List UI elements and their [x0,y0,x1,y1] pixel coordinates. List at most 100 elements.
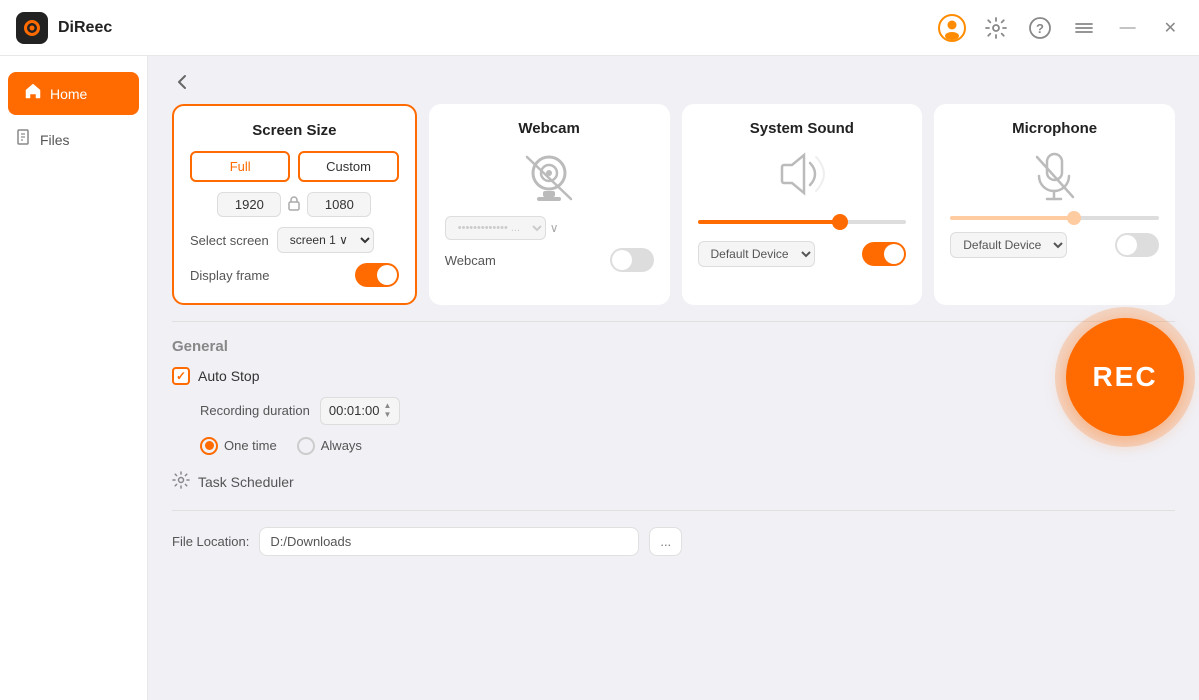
system-sound-toggle-slider [862,242,906,266]
close-button[interactable]: ✕ [1158,14,1183,42]
avatar-icon[interactable] [938,14,966,42]
webcam-toggle-knob [612,250,632,270]
sidebar-item-files[interactable]: Files [0,119,147,160]
cards-row: Screen Size Full Custom [172,104,1175,305]
file-location-label: File Location: [172,534,249,549]
file-divider [172,510,1175,511]
size-inputs [190,192,399,217]
mic-device-select[interactable]: Default Device [950,232,1067,258]
mic-toggle-knob [1117,235,1137,255]
sound-slider-wrap [698,211,907,229]
mic-toggle-slider [1115,233,1159,257]
system-sound-device-row: Default Device [698,241,907,267]
help-icon[interactable]: ? [1026,14,1054,42]
settings-icon[interactable] [982,14,1010,42]
toggle-slider [355,263,399,287]
minimize-button[interactable]: — [1114,15,1142,41]
sidebar: Home Files [0,56,148,700]
duration-value: 00:01:00 [329,403,380,418]
section-divider [172,321,1175,322]
full-size-button[interactable]: Full [190,151,290,182]
sound-volume-slider[interactable] [698,220,907,224]
file-browse-button[interactable]: ... [649,527,682,556]
duration-input-wrap: 00:01:00 ▲ ▼ [320,397,401,425]
webcam-icon-area [445,149,654,204]
sidebar-item-home[interactable]: Home [8,72,139,115]
webcam-toggle-slider [610,248,654,272]
webcam-card: Webcam ••••••••••••• ... [429,104,670,305]
webcam-toggle[interactable] [610,248,654,272]
rec-label: REC [1092,361,1157,393]
app-logo [16,12,48,44]
radio-one-time-dot [200,437,218,455]
select-screen-label: Select screen [190,233,269,248]
rec-button-wrap: REC [1055,278,1195,476]
display-frame-toggle[interactable] [355,263,399,287]
files-icon [16,129,32,150]
system-sound-card: System Sound Default Device [682,104,923,305]
task-scheduler-gear-icon [172,471,190,494]
mic-icon-area [950,149,1159,204]
radio-one-time[interactable]: One time [200,437,277,455]
radio-always[interactable]: Always [297,437,362,455]
app-logo-dot [30,25,35,30]
system-sound-toggle[interactable] [862,242,906,266]
task-scheduler-label: Task Scheduler [198,474,294,490]
webcam-title: Webcam [445,120,654,137]
duration-arrows[interactable]: ▲ ▼ [383,402,391,420]
title-bar-right: ? — ✕ [938,14,1183,42]
webcam-label: Webcam [445,253,496,268]
file-path-input[interactable] [259,527,639,556]
app-name: DiReec [58,19,112,37]
mic-device-row: Default Device [950,232,1159,258]
rec-outer-ring: REC [1055,307,1195,447]
general-title: General [172,338,1175,355]
webcam-dropdown-arrow[interactable]: ∨ [550,221,559,235]
display-frame-label: Display frame [190,268,269,283]
title-bar-left: DiReec [16,12,112,44]
mic-toggle[interactable] [1115,233,1159,257]
system-sound-device-select[interactable]: Default Device [698,241,815,267]
radio-one-time-label: One time [224,438,277,453]
title-bar: DiReec ? [0,0,1199,56]
rec-button[interactable]: REC [1066,318,1184,436]
file-location-row: File Location: ... [172,527,1175,556]
svg-text:?: ? [1036,21,1044,36]
menu-icon[interactable] [1070,14,1098,42]
general-section: General ✓ Auto Stop Recording duration 0… [172,338,1175,556]
custom-size-button[interactable]: Custom [298,151,398,182]
task-scheduler-row[interactable]: Task Scheduler [172,471,1175,494]
height-input[interactable] [307,192,371,217]
width-input[interactable] [217,192,281,217]
app-logo-icon [24,20,40,36]
microphone-title: Microphone [950,120,1159,137]
system-sound-title: System Sound [698,120,907,137]
auto-stop-checkbox[interactable]: ✓ [172,367,190,385]
system-sound-toggle-knob [884,244,904,264]
screen-select[interactable]: screen 1 ∨ [277,227,374,253]
screen-size-title: Screen Size [190,122,399,139]
radio-always-dot [297,437,315,455]
duration-down-arrow[interactable]: ▼ [383,411,391,420]
radio-row: One time Always [172,437,1175,455]
select-screen-row: Select screen screen 1 ∨ [190,227,399,253]
size-buttons: Full Custom [190,151,399,182]
microphone-card: Microphone Default Device [934,104,1175,305]
mic-volume-slider[interactable] [950,216,1159,220]
content-area: Screen Size Full Custom [148,56,1199,700]
webcam-device-row: ••••••••••••• ... ∨ [445,216,654,240]
webcam-toggle-row: Webcam [445,248,654,272]
recording-duration-row: Recording duration 00:01:00 ▲ ▼ [172,397,1175,425]
webcam-device-select[interactable]: ••••••••••••• ... [445,216,546,240]
auto-stop-label: Auto Stop [198,368,260,384]
sidebar-home-label: Home [50,86,87,102]
recording-duration-label: Recording duration [200,403,310,418]
lock-icon [287,195,301,214]
home-icon [24,82,42,105]
radio-always-label: Always [321,438,362,453]
main-layout: Home Files [0,56,1199,700]
content-inner: Screen Size Full Custom [172,72,1175,556]
back-button[interactable] [172,72,192,92]
sound-icon-area [698,149,907,199]
display-frame-row: Display frame [190,263,399,287]
